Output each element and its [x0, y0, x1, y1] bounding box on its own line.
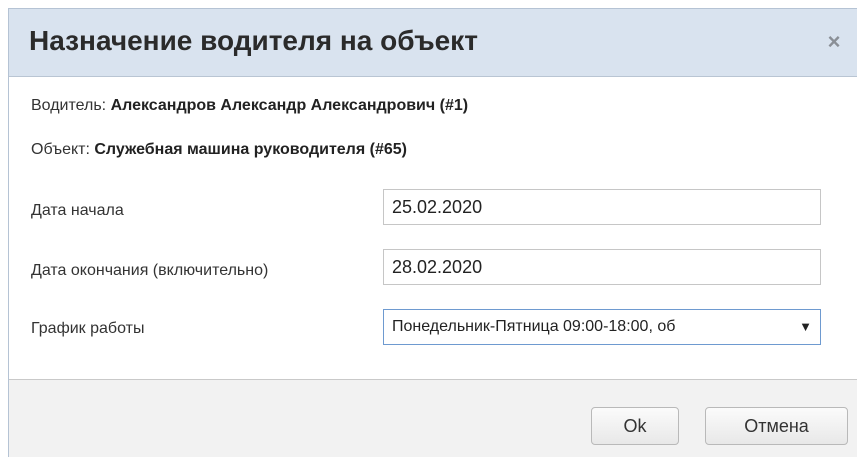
- dialog-title: Назначение водителя на объект: [29, 25, 478, 56]
- chevron-down-icon: ▼: [799, 319, 812, 334]
- start-date-label: Дата начала: [31, 202, 124, 219]
- schedule-label: График работы: [31, 320, 145, 337]
- close-icon[interactable]: ×: [823, 31, 845, 53]
- object-info: Объект: Служебная машина руководителя (#…: [31, 141, 407, 159]
- driver-info: Водитель: Александров Александр Александ…: [31, 97, 468, 115]
- driver-value: Александров Александр Александрович (#1): [110, 97, 469, 114]
- cancel-button[interactable]: Отмена: [705, 407, 848, 445]
- driver-label: Водитель:: [31, 97, 111, 114]
- dialog-footer: Ok Отмена: [9, 379, 857, 457]
- object-value: Служебная машина руководителя (#65): [94, 141, 407, 158]
- dialog-titlebar: Назначение водителя на объект ×: [9, 9, 857, 77]
- start-date-input[interactable]: [383, 189, 821, 225]
- schedule-select[interactable]: Понедельник-Пятница 09:00-18:00, об ▼: [383, 309, 821, 345]
- schedule-selected-value: Понедельник-Пятница 09:00-18:00, об: [392, 318, 676, 335]
- ok-button[interactable]: Ok: [591, 407, 679, 445]
- end-date-label: Дата окончания (включительно): [31, 262, 269, 279]
- assign-driver-dialog: Назначение водителя на объект × Водитель…: [8, 8, 857, 457]
- end-date-input[interactable]: [383, 249, 821, 285]
- object-label: Объект:: [31, 141, 95, 158]
